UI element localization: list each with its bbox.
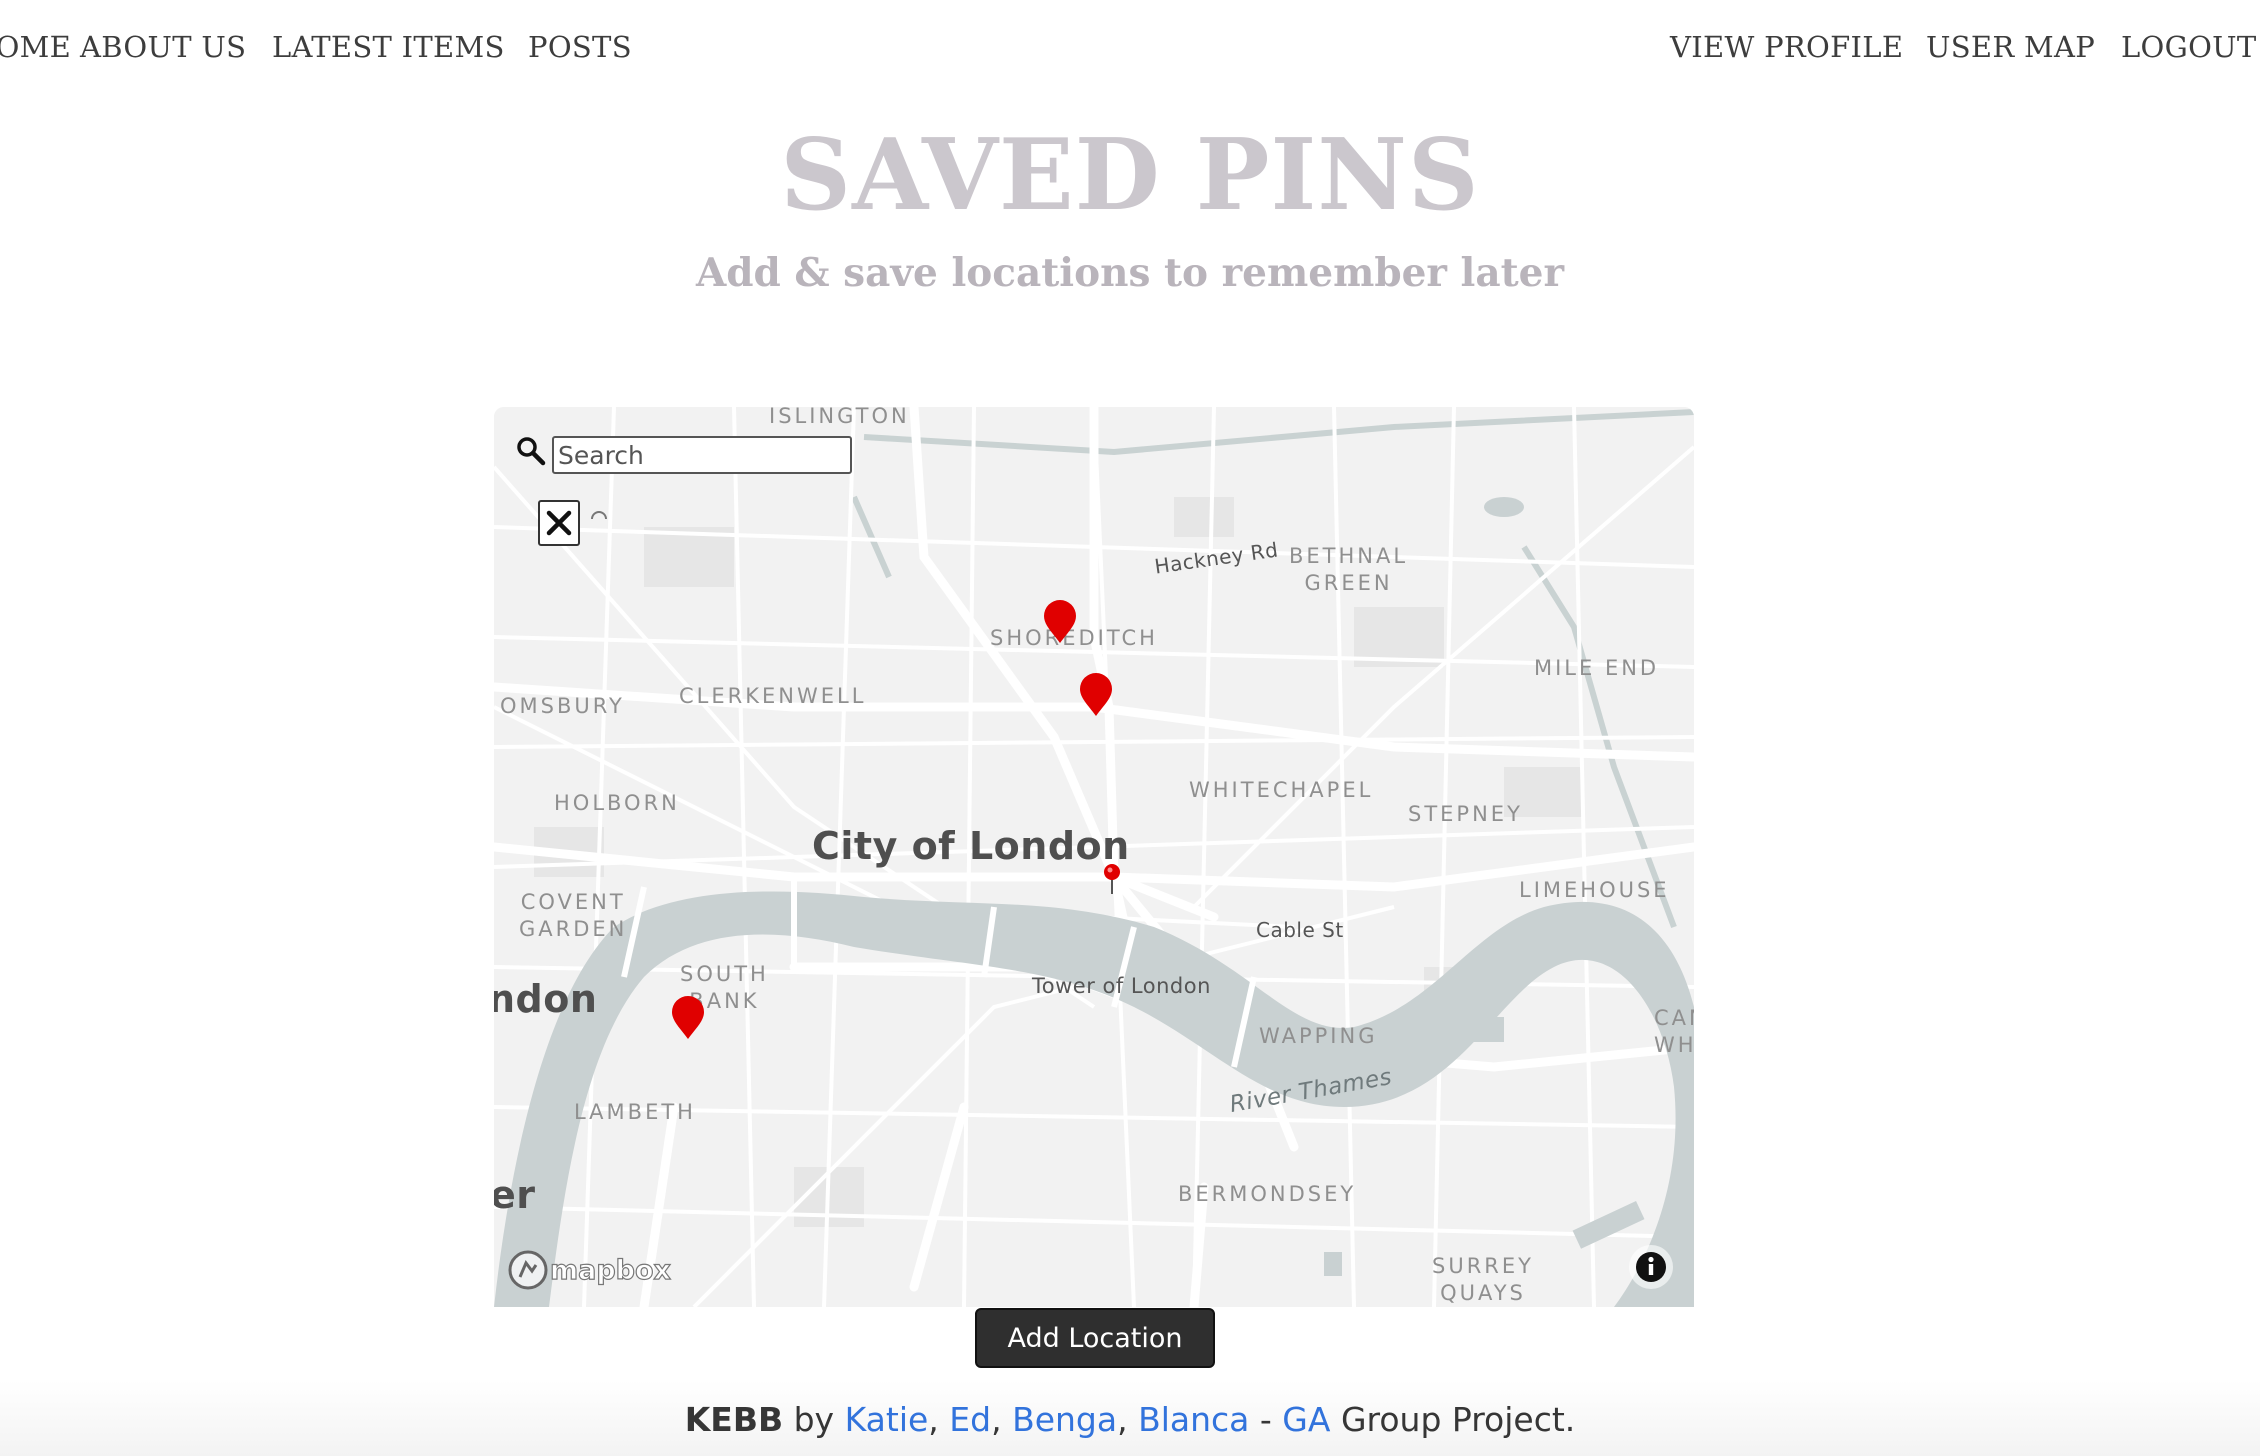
map-pin-small[interactable] bbox=[1102, 863, 1122, 895]
footer-link-ga[interactable]: GA bbox=[1282, 1400, 1330, 1439]
nav-about-us[interactable]: ABOUT US bbox=[80, 30, 246, 64]
footer-link-ed[interactable]: Ed bbox=[949, 1400, 991, 1439]
footer-comma: , bbox=[991, 1400, 1013, 1439]
footer-brand: KEBB bbox=[684, 1400, 784, 1439]
map-label-city-of-london: City of London bbox=[812, 824, 1130, 868]
map-label-bloomsbury: OMSBURY bbox=[500, 694, 625, 718]
map-label-cable-st: Cable St bbox=[1256, 918, 1344, 942]
map-label-wapping: WAPPING bbox=[1259, 1024, 1378, 1048]
attribution-info-button[interactable] bbox=[1629, 1245, 1673, 1289]
map-label-holborn: HOLBORN bbox=[554, 791, 680, 815]
saved-pins-map[interactable]: ISLINGTON Hackney Rd BETHNAL GREEN SHORE… bbox=[494, 407, 1694, 1307]
clear-search-button[interactable] bbox=[538, 500, 580, 546]
footer: KEBB by Katie, Ed, Benga, Blanca - GA Gr… bbox=[0, 1380, 2260, 1456]
map-label-canary-wharf: CAN WH bbox=[1654, 1006, 1694, 1058]
map-label-lambeth: LAMBETH bbox=[574, 1100, 696, 1124]
map-label-limehouse: LIMEHOUSE bbox=[1519, 878, 1670, 902]
footer-link-blanca[interactable]: Blanca bbox=[1138, 1400, 1249, 1439]
map-label-covent-garden: COVENT GARDEN bbox=[519, 890, 628, 942]
nav-user-map[interactable]: USER MAP bbox=[1926, 30, 2095, 64]
footer-comma: , bbox=[928, 1400, 950, 1439]
loading-spinner-icon bbox=[591, 511, 607, 520]
map-label-mile-end: MILE END bbox=[1534, 656, 1660, 680]
nav-view-profile[interactable]: VIEW PROFILE bbox=[1670, 30, 1903, 64]
close-icon bbox=[546, 510, 572, 536]
map-label-westminster: er bbox=[494, 1173, 536, 1217]
footer-comma: , bbox=[1117, 1400, 1139, 1439]
search-icon bbox=[517, 437, 546, 466]
map-search-input[interactable] bbox=[552, 436, 852, 474]
add-location-button[interactable]: Add Location bbox=[975, 1308, 1215, 1368]
map-pin-shoreditch-south[interactable] bbox=[1078, 673, 1114, 717]
map-label-bethnal-green: BETHNAL GREEN bbox=[1289, 544, 1409, 596]
nav-home[interactable]: HOME bbox=[0, 30, 71, 64]
nav-logout[interactable]: LOGOUT bbox=[2121, 30, 2257, 64]
nav-latest-items[interactable]: LATEST ITEMS bbox=[272, 30, 505, 64]
map-label-islington: ISLINGTON bbox=[769, 407, 910, 428]
map-label-whitechapel: WHITECHAPEL bbox=[1189, 778, 1374, 802]
info-icon bbox=[1636, 1252, 1666, 1282]
page-title: SAVED PINS bbox=[780, 118, 1480, 233]
map-label-tower-of-london: Tower of London bbox=[1032, 974, 1211, 998]
nav-posts[interactable]: POSTS bbox=[528, 30, 632, 64]
map-label-bermondsey: BERMONDSEY bbox=[1178, 1182, 1357, 1206]
map-pin-shoreditch[interactable] bbox=[1042, 600, 1078, 644]
mapbox-logo[interactable]: mapbox bbox=[506, 1247, 686, 1293]
mapbox-wordmark: mapbox bbox=[550, 1255, 671, 1286]
footer-credits: KEBB by Katie, Ed, Benga, Blanca - GA Gr… bbox=[0, 1400, 2260, 1439]
map-label-stepney: STEPNEY bbox=[1408, 802, 1523, 826]
map-pin-south-bank[interactable] bbox=[670, 996, 706, 1040]
footer-link-benga[interactable]: Benga bbox=[1012, 1400, 1117, 1439]
map-label-surrey-quays: SURREY QUAYS bbox=[1432, 1254, 1534, 1306]
map-label-clerkenwell: CLERKENWELL bbox=[679, 684, 867, 708]
footer-group-project: Group Project. bbox=[1330, 1400, 1576, 1439]
footer-link-katie[interactable]: Katie bbox=[845, 1400, 929, 1439]
footer-by: by bbox=[783, 1400, 845, 1439]
map-label-london: ndon bbox=[494, 977, 598, 1021]
page-subtitle: Add & save locations to remember later bbox=[696, 250, 1564, 296]
top-nav: HOME ABOUT US LATEST ITEMS POSTS VIEW PR… bbox=[0, 0, 2260, 100]
footer-dash: - bbox=[1249, 1400, 1283, 1439]
